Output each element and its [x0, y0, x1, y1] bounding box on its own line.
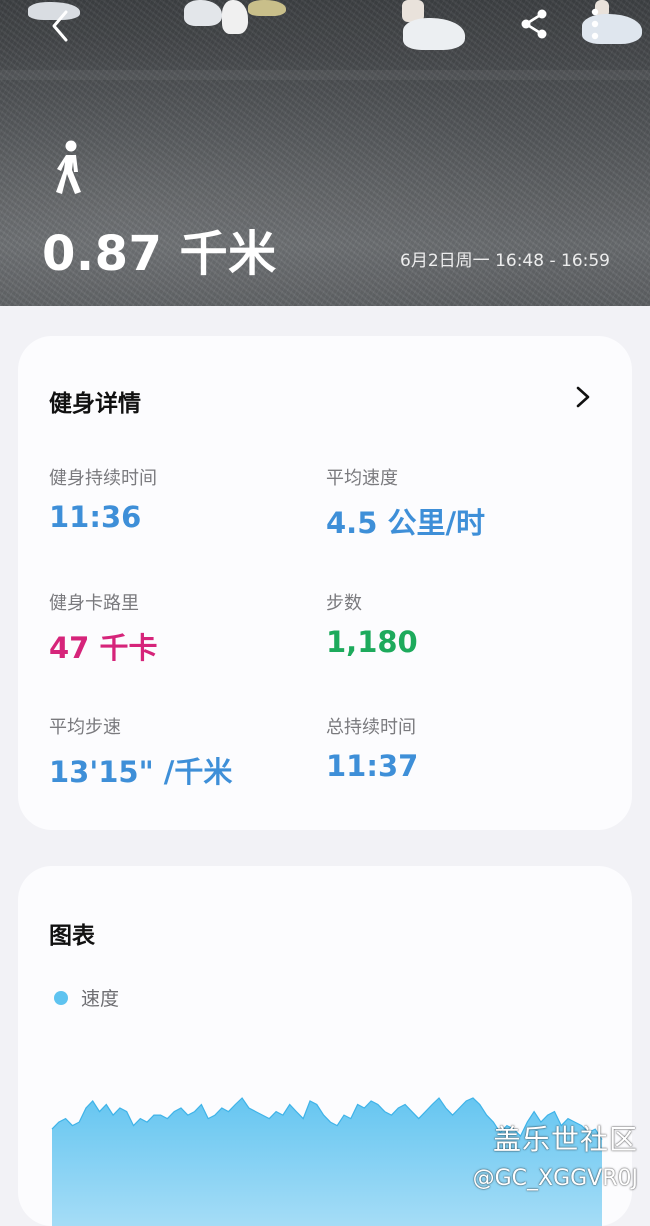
distance-value: 0.87 千米: [42, 226, 277, 282]
watermark-title: 盖乐世社区: [492, 1123, 638, 1156]
metric-value: 11:37: [326, 749, 419, 783]
walking-person-icon: [56, 140, 81, 194]
metric-value: 47 千卡: [49, 631, 158, 665]
metric-value: 1,180: [326, 625, 418, 659]
metric-label: 步数: [326, 593, 362, 614]
metric-value: 13'15" /千米: [49, 755, 233, 789]
metric-average-pace: 平均步速 13'15" /千米: [49, 713, 319, 791]
runner-shoe: [184, 0, 222, 26]
metric-label: 健身持续时间: [49, 468, 157, 489]
chevron-right-icon[interactable]: [570, 384, 596, 410]
workout-date-range: 6月2日周一 16:48 - 16:59: [400, 251, 610, 271]
workout-details-card[interactable]: 健身详情 健身持续时间 11:36 平均速度 4.5 公里/时 健身卡路里 47…: [18, 336, 632, 830]
metric-value: 4.5 公里/时: [326, 506, 486, 540]
runner-shoe: [222, 0, 248, 34]
share-icon: [521, 9, 547, 39]
metric-value: 11:36: [49, 500, 142, 534]
metric-label: 平均速度: [326, 468, 398, 489]
metric-label: 平均步速: [49, 717, 121, 738]
share-button[interactable]: [512, 4, 556, 44]
more-options-button[interactable]: [580, 4, 610, 44]
runner-shoe: [403, 18, 465, 50]
metric-label: 健身卡路里: [49, 593, 139, 614]
road-stripe: [0, 70, 650, 80]
activity-header-photo: 0.87 千米 6月2日周一 16:48 - 16:59: [0, 0, 650, 306]
chevron-left-icon: [52, 10, 68, 42]
metric-label: 总持续时间: [326, 717, 416, 738]
metric-average-speed: 平均速度 4.5 公里/时: [326, 464, 596, 542]
metric-calories: 健身卡路里 47 千卡: [49, 589, 319, 667]
community-watermark: 盖乐世社区 @GC_XGGVR0J: [473, 1118, 638, 1191]
chart-legend: 速度: [54, 984, 119, 1011]
watermark-handle: @GC_XGGVR0J: [472, 1166, 638, 1191]
card-title: 图表: [49, 923, 95, 949]
back-button[interactable]: [40, 6, 80, 46]
metric-total-duration: 总持续时间 11:37: [326, 713, 596, 783]
card-title: 健身详情: [49, 391, 141, 417]
more-vertical-icon: [591, 8, 599, 40]
runner-shoe: [248, 0, 286, 16]
legend-label: 速度: [81, 988, 120, 1010]
metric-workout-duration: 健身持续时间 11:36: [49, 464, 319, 534]
metric-steps: 步数 1,180: [326, 589, 596, 659]
legend-dot: [54, 990, 68, 1005]
